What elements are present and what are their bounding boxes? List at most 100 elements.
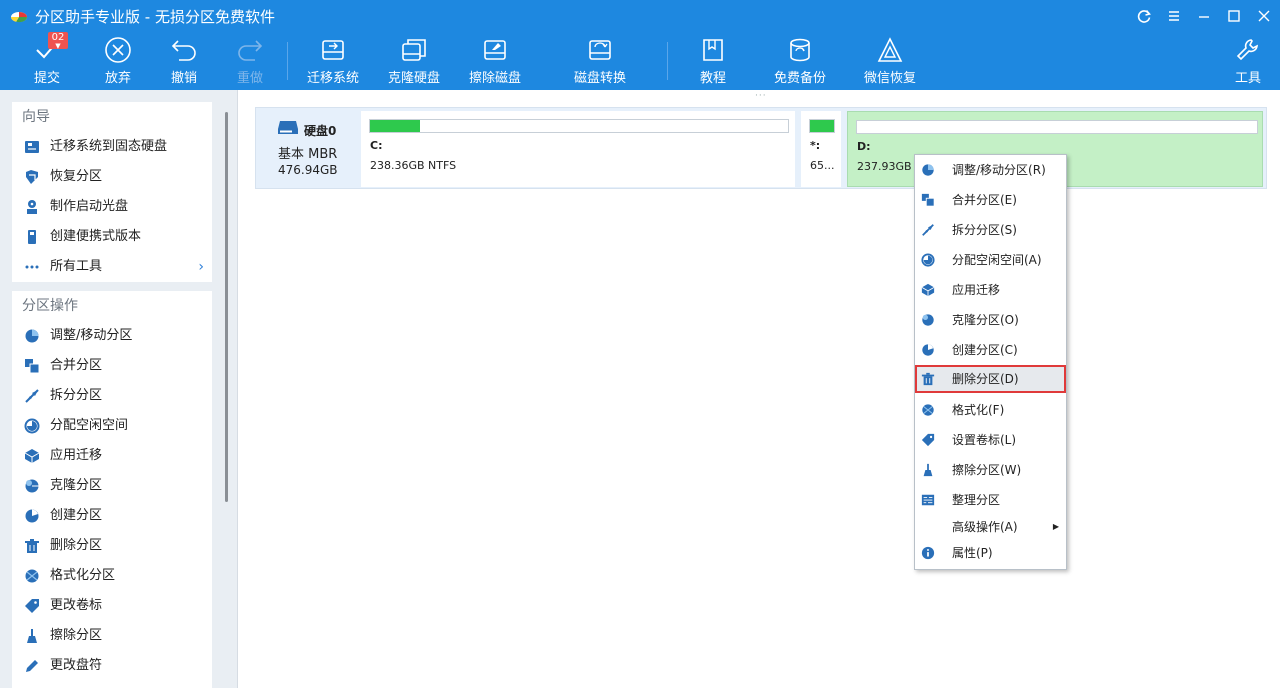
hard-disk-icon [278,121,298,134]
minimize-icon[interactable] [1193,5,1215,27]
menu-item-label: 克隆分区(O) [952,313,1019,327]
menu-item-label: 合并分区(E) [952,193,1017,207]
redo-button[interactable]: 重做 [225,36,275,88]
menu-item-properties[interactable]: 属性(P) [916,539,1065,567]
disk-map-area: ··· 硬盘0 基本 MBR 476.94GB C: 238.36GB NTFS… [239,90,1280,688]
menu-item-resize[interactable]: 调整/移动分区(R) [916,156,1065,184]
sidebar-item-resize-partition[interactable]: 调整/移动分区 [12,321,212,351]
left-panel-scrollbar[interactable] [225,112,228,502]
discard-button[interactable]: 放弃 [93,36,143,88]
recover-icon [26,170,38,184]
menu-item-split[interactable]: 拆分分区(S) [916,216,1065,244]
menu-item-app-move[interactable]: 应用迁移 [916,276,1065,304]
menu-item-wipe[interactable]: 擦除分区(W) [916,456,1065,484]
menu-item-merge[interactable]: 合并分区(E) [916,186,1065,214]
info-icon [921,546,935,560]
theme-icon[interactable] [1163,5,1185,27]
sidebar-item-app-move[interactable]: 应用迁移 [12,441,212,471]
sidebar-item-split-partition[interactable]: 拆分分区 [12,381,212,411]
sidebar-item-merge-partition[interactable]: 合并分区 [12,351,212,381]
backup-icon [790,38,810,62]
sidebar-item-allocate-space[interactable]: 分配空闲空间 [12,411,212,441]
migrate-os-icon [322,40,344,60]
app-move-icon [24,449,40,463]
menu-item-label: 创建分区(C) [952,343,1018,357]
format-icon [25,569,39,583]
partition-unnamed[interactable]: *: 65... [801,111,841,187]
sidebar-item-label: 调整/移动分区 [50,328,133,343]
usage-bar [856,120,1258,134]
tutorial-button[interactable]: 教程 [688,36,738,88]
menu-item-create[interactable]: 创建分区(C) [916,336,1065,364]
create-icon [922,344,934,356]
refresh-icon[interactable] [1133,5,1155,27]
sidebar-item-label: 合并分区 [50,358,103,373]
menu-item-label: 调整/移动分区(R) [952,163,1046,177]
migrate-os-button[interactable]: 迁移系统 [303,36,363,88]
menu-item-defrag[interactable]: 整理分区 [916,486,1065,514]
portable-icon [28,230,36,244]
sidebar-item-change-label[interactable]: 更改卷标 [12,591,212,621]
menu-item-label: 擦除分区(W) [952,463,1022,477]
wipe-disk-button[interactable]: 擦除磁盘 [465,36,525,88]
title-bar: 分区助手专业版 - 无损分区免费软件 [0,0,1280,32]
wechat-recovery-button[interactable]: 微信恢复 [860,36,920,88]
discard-icon [105,37,131,63]
sidebar-item-all-tools[interactable]: 所有工具 › [12,252,212,282]
partition-context-menu: 调整/移动分区(R) 合并分区(E) 拆分分区(S) 分配空闲空间(A) 应用迁… [914,154,1067,570]
wizard-title: 向导 [22,109,50,125]
sidebar-item-format-partition[interactable]: 格式化分区 [12,561,212,591]
free-backup-button[interactable]: 免费备份 [770,36,830,88]
maximize-icon[interactable] [1223,5,1245,27]
menu-item-label: 整理分区 [952,493,1001,507]
wipe-icon [923,463,933,477]
wizard-section: 向导 迁移系统到固态硬盘 恢复分区 制作启动光盘 创建便携式版本 所有工具 › [12,102,212,282]
sidebar-item-label: 更改卷标 [50,598,103,613]
usage-bar [369,119,789,133]
sidebar-item-wipe-partition[interactable]: 擦除分区 [12,621,212,651]
sidebar-item-change-letter[interactable]: 更改盘符 [12,651,212,681]
allocate-icon [921,253,935,267]
menu-item-allocate[interactable]: 分配空闲空间(A) [916,246,1065,274]
menu-item-set-label[interactable]: 设置卷标(L) [916,426,1065,454]
sidebar-item-recover-partition[interactable]: 恢复分区 [12,162,212,192]
disk-info[interactable]: 硬盘0 基本 MBR 476.94GB [256,108,359,188]
clone-disk-icon [402,39,426,61]
partition-c[interactable]: C: 238.36GB NTFS [361,111,795,187]
undo-button[interactable]: 撤销 [159,36,209,88]
menu-item-clone[interactable]: 克隆分区(O) [916,306,1065,334]
menu-item-format[interactable]: 格式化(F) [916,396,1065,424]
sidebar-item-boot-disc[interactable]: 制作启动光盘 [12,192,212,222]
sidebar-item-label: 创建分区 [50,508,103,523]
menu-item-label: 拆分分区(S) [952,223,1017,237]
sidebar-item-label: 恢复分区 [50,169,103,184]
sidebar-item-clone-partition[interactable]: 克隆分区 [12,471,212,501]
menu-item-label: 高级操作(A) [952,520,1018,534]
menu-item-delete[interactable]: 删除分区(D) [915,365,1066,393]
menu-item-advanced[interactable]: 高级操作(A) ▶ [916,513,1065,541]
partition-label: D: [857,140,871,153]
close-icon[interactable] [1253,5,1275,27]
partition-info: 238.36GB NTFS [370,159,457,172]
sidebar-item-label: 应用迁移 [50,448,103,463]
splitter-grip[interactable]: ··· [755,91,767,101]
chevron-right-icon: › [198,259,204,275]
sidebar-item-migrate-ssd[interactable]: 迁移系统到固态硬盘 [12,132,212,162]
app-move-icon [921,283,935,297]
disk-row[interactable]: 硬盘0 基本 MBR 476.94GB C: 238.36GB NTFS *: … [255,107,1267,189]
menu-item-label: 属性(P) [952,546,993,560]
disk-convert-button[interactable]: 磁盘转换 [570,36,630,88]
sidebar-item-portable-version[interactable]: 创建便携式版本 [12,222,212,252]
partition-ops-section: 分区操作 调整/移动分区 合并分区 拆分分区 分配空闲空间 应用迁移 克隆分区 … [12,291,212,688]
sidebar-item-create-partition[interactable]: 创建分区 [12,501,212,531]
delete-icon [921,372,935,386]
pending-count-badge: 02 ▼ [48,32,68,50]
sidebar-item-delete-partition[interactable]: 删除分区 [12,531,212,561]
usage-fill [810,120,834,132]
disk-convert-label: 磁盘转换 [573,71,626,86]
merge-icon [921,193,935,207]
tools-button[interactable]: 工具 [1225,36,1271,88]
redo-label: 重做 [236,71,263,86]
commit-button[interactable]: 02 ▼ 提交 [22,32,72,88]
clone-disk-button[interactable]: 克隆硬盘 [384,36,444,88]
